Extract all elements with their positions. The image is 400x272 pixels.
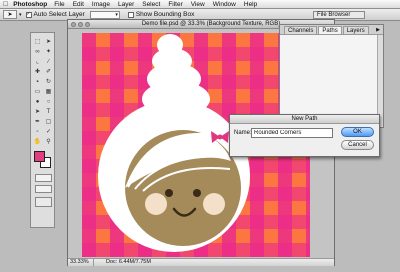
menu-edit[interactable]: Edit (73, 1, 84, 8)
tab-paths[interactable]: Paths (318, 26, 342, 34)
move-arrow-icon: ➤ (7, 12, 13, 18)
dodge-tool-icon[interactable]: ○ (43, 97, 54, 106)
menu-view[interactable]: View (191, 1, 205, 8)
history-brush-tool-icon[interactable]: ↻ (43, 77, 54, 86)
path-selection-tool-icon[interactable]: ➤ (32, 107, 43, 116)
menu-help[interactable]: Help (244, 1, 257, 8)
zoom-tool-icon[interactable]: ⚲ (43, 137, 54, 146)
window-controls (71, 22, 92, 27)
type-tool-icon[interactable]: T (43, 107, 54, 116)
tool-grid: ⬚ ➤ ∞ ✦ ⌞ ∕ ✚ ✐ ▪ ↻ ▭ ▦ ● ○ ➤ T ✒ ▢ ▫ ✓ … (32, 37, 54, 146)
character-face (125, 130, 241, 246)
screen-mode-buttons[interactable] (35, 185, 52, 193)
new-path-dialog: New Path Name: OK Cancel (229, 114, 380, 157)
bounding-box-label: Show Bounding Box (135, 11, 195, 18)
marquee-tool-icon[interactable]: ⬚ (32, 37, 43, 46)
auto-select-checkbox[interactable]: ✓ (25, 11, 32, 18)
tab-layers[interactable]: Layers (342, 26, 369, 34)
paths-list[interactable] (280, 35, 383, 126)
toolbox: ⬚ ➤ ∞ ✦ ⌞ ∕ ✚ ✐ ▪ ↻ ▭ ▦ ● ○ ➤ T ✒ ▢ ▫ ✓ … (30, 32, 55, 228)
chevron-down-icon[interactable]: ▾ (19, 12, 22, 18)
minimize-window-icon[interactable] (78, 22, 83, 27)
menu-app-name[interactable]: Photoshop (13, 1, 47, 8)
menu-select[interactable]: Select (142, 1, 160, 8)
foreground-color-swatch[interactable] (34, 151, 45, 162)
tab-channels[interactable]: Channels (284, 26, 318, 34)
ok-button[interactable]: OK (341, 127, 374, 137)
lasso-tool-icon[interactable]: ∞ (32, 47, 43, 56)
slice-tool-icon[interactable]: ∕ (43, 57, 54, 66)
zoom-window-icon[interactable] (85, 22, 90, 27)
eraser-tool-icon[interactable]: ▭ (32, 87, 43, 96)
menu-filter[interactable]: Filter (168, 1, 182, 8)
close-window-icon[interactable] (71, 22, 76, 27)
jump-to-imageready-button[interactable] (35, 197, 52, 207)
paths-palette: Channels Paths Layers ▶ (279, 24, 384, 128)
checkmark-icon: ✓ (26, 11, 31, 17)
document-title: Demo file.psd @ 33.3% (Background Textur… (141, 21, 281, 27)
auto-select-dropdown[interactable]: ▾ (89, 10, 120, 19)
hand-tool-icon[interactable]: ✋ (32, 137, 43, 146)
crop-tool-icon[interactable]: ⌞ (32, 57, 43, 66)
document-status-bar: 33.33% Doc: 6.44M/7.75M (68, 258, 334, 266)
healing-brush-tool-icon[interactable]: ✚ (32, 67, 43, 76)
menu-layer[interactable]: Layer (118, 1, 134, 8)
stamp-tool-icon[interactable]: ▪ (32, 77, 43, 86)
blur-tool-icon[interactable]: ● (32, 97, 43, 106)
left-eye (165, 189, 173, 197)
quick-mask-mode-buttons[interactable] (35, 174, 52, 182)
document-size-info[interactable]: Doc: 6.44M/7.75M (94, 259, 334, 266)
zoom-level[interactable]: 33.33% (68, 259, 94, 266)
right-eye (193, 189, 201, 197)
right-cheek (203, 193, 225, 215)
file-browser-button[interactable]: File Browser (313, 11, 365, 19)
path-name-input[interactable] (251, 128, 333, 138)
menu-bar:  Photoshop File Edit Image Layer Select… (0, 0, 400, 9)
palette-scrollbar[interactable] (377, 35, 383, 126)
pen-tool-icon[interactable]: ✒ (32, 117, 43, 126)
magic-wand-tool-icon[interactable]: ✦ (43, 47, 54, 56)
left-cheek (145, 193, 167, 215)
tool-preset-picker[interactable]: ➤ (3, 10, 17, 19)
move-tool-icon[interactable]: ➤ (43, 37, 54, 46)
menu-image[interactable]: Image (92, 1, 110, 8)
gradient-tool-icon[interactable]: ▦ (43, 87, 54, 96)
palette-menu-icon[interactable]: ▶ (376, 27, 380, 33)
menu-window[interactable]: Window (213, 1, 236, 8)
bounding-box-checkbox[interactable] (127, 11, 134, 18)
menu-file[interactable]: File (54, 1, 64, 8)
eyedropper-tool-icon[interactable]: ✓ (43, 127, 54, 136)
notes-tool-icon[interactable]: ▫ (32, 127, 43, 136)
brush-tool-icon[interactable]: ✐ (43, 67, 54, 76)
apple-icon[interactable]:  (3, 1, 8, 8)
chevron-down-icon: ▾ (115, 11, 118, 18)
cancel-button[interactable]: Cancel (341, 140, 374, 150)
palette-tabs: Channels Paths Layers ▶ (280, 25, 383, 35)
dialog-title[interactable]: New Path (230, 115, 379, 124)
auto-select-label: Auto Select Layer (33, 11, 85, 18)
shape-tool-icon[interactable]: ▢ (43, 117, 54, 126)
path-name-label: Name: (234, 130, 252, 136)
